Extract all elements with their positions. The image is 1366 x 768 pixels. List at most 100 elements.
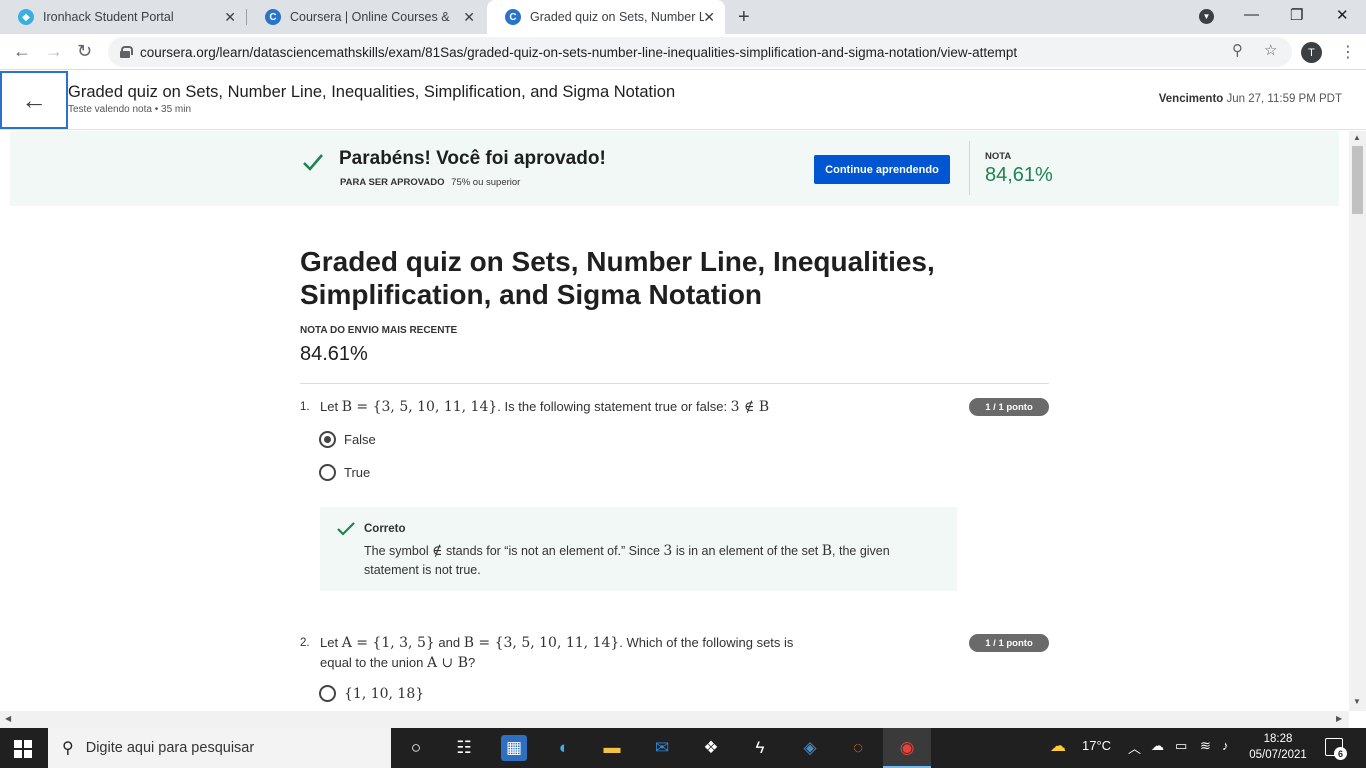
feedback-text: The symbol ∉ stands for “is not an eleme… [364,542,944,580]
radio-icon[interactable] [319,685,336,702]
edge-icon[interactable]: ◐ [551,735,577,761]
address-bar[interactable]: coursera.org/learn/datasciencemathskills… [108,37,1292,67]
restore-icon[interactable]: ❐ [1290,6,1303,24]
tab-title: Graded quiz on Sets, Number Lin [530,10,704,24]
tab-coursera[interactable]: C Coursera | Online Courses & Cred ✕ [247,0,485,34]
due-date: Vencimento Jun 27, 11:59 PM PDT [1159,93,1342,105]
feedback-text-part: is in an element of the set [672,544,822,558]
tab-search-icon[interactable]: ▼ [1199,9,1214,24]
answer-option[interactable]: False [319,431,376,448]
store-icon[interactable]: ▦ [501,735,527,761]
file-explorer-icon[interactable]: ▬ [599,735,625,761]
header-subtitle: Teste valendo nota • 35 min [68,104,192,115]
tab-ironhack[interactable]: ◆ Ironhack Student Portal ✕ [0,0,246,34]
taskbar: ⚲ Digite aqui para pesquisar ○ ☷ ▦ ◐ ▬ ✉… [0,728,1366,768]
coursera-icon: C [265,9,281,25]
divider [969,141,970,195]
points-badge: 1 / 1 ponto [969,398,1049,416]
notification-count: 6 [1334,747,1347,760]
temperature[interactable]: 17°C [1082,738,1111,753]
jupyter-icon[interactable]: ◌ [845,735,871,761]
mail-icon[interactable]: ✉ [649,735,675,761]
back-arrow-button[interactable]: ← [0,71,68,129]
task-view-icon[interactable]: ☷ [451,735,477,761]
dropbox-icon[interactable]: ❖ [698,735,724,761]
course-header: ← Graded quiz on Sets, Number Line, Ineq… [0,70,1366,130]
close-tab-icon[interactable]: ✕ [224,9,236,26]
tab-title: Coursera | Online Courses & Cred [290,10,452,24]
chrome-icon[interactable]: ◉ [894,735,920,761]
cortana-icon[interactable]: ○ [403,735,429,761]
arrow-left-icon: ← [21,84,47,115]
option-label: True [344,465,371,480]
feedback-text-part: stands for “is not an element of.” Since [442,544,664,558]
search-placeholder: Digite aqui para pesquisar [85,740,255,756]
scroll-down-icon[interactable]: ▼ [1353,697,1361,706]
forward-icon[interactable]: → [45,41,63,62]
question-number: 1. [300,401,310,413]
ironhack-icon: ◆ [18,9,34,25]
math-expression: B [821,543,833,559]
feedback-box: Correto The symbol ∉ stands for “is not … [320,507,957,591]
bookmark-star-icon[interactable]: ☆ [1264,41,1277,59]
scroll-right-icon[interactable]: ▶ [1336,714,1342,723]
close-tab-icon[interactable]: ✕ [463,9,475,26]
coursera-icon: C [505,9,521,25]
scroll-up-icon[interactable]: ▲ [1353,133,1361,142]
python-icon[interactable]: ◈ [797,735,823,761]
math-expression: 3 [663,543,673,559]
vertical-scrollbar[interactable]: ▲ ▼ [1349,131,1366,711]
grade-value: 84,61% [985,164,1053,186]
reload-icon[interactable]: ↻ [77,41,92,62]
answer-option[interactable]: {1, 10, 18} [319,685,424,702]
checkmark-icon [303,154,323,171]
tab-title: Ironhack Student Portal [43,10,174,24]
clock[interactable]: 18:28 05/07/2021 [1249,731,1307,763]
radio-icon[interactable] [319,464,336,481]
question-text: Let B = {3, 5, 10, 11, 14}. Is the follo… [320,397,960,417]
close-window-icon[interactable]: ✕ [1336,6,1349,24]
pass-title: Parabéns! Você foi aprovado! [339,148,606,169]
header-title: Graded quiz on Sets, Number Line, Inequa… [68,83,676,101]
app-icon[interactable]: ϟ [747,735,773,761]
taskbar-search[interactable]: ⚲ Digite aqui para pesquisar [48,728,391,768]
url-text: coursera.org/learn/datasciencemathskills… [140,44,1018,60]
close-tab-icon[interactable]: ✕ [703,9,715,26]
scrollbar-thumb[interactable] [1352,146,1363,214]
new-tab-button[interactable]: + [738,6,750,29]
weather-icon[interactable]: ☁ [1050,736,1066,756]
horizontal-scrollbar[interactable]: ◀ ▶ [0,711,1349,728]
minimize-icon[interactable]: — [1244,6,1259,23]
points-badge: 1 / 1 ponto [969,634,1049,652]
volume-icon[interactable]: ♪ [1222,738,1229,753]
math-expression: B = {3, 5, 10, 11, 14} [463,635,620,651]
due-value: Jun 27, 11:59 PM PDT [1226,93,1342,105]
pass-requirement-label: PARA SER APROVADO [340,177,445,188]
windows-start-icon[interactable] [14,740,32,758]
back-icon[interactable]: ← [13,41,31,62]
scroll-left-icon[interactable]: ◀ [5,714,11,723]
question-text-part: Let [320,399,342,414]
option-label: {1, 10, 18} [344,685,425,702]
quiz-title: Graded quiz on Sets, Number Line, Inequa… [300,246,935,310]
browser-menu-icon[interactable]: ⋮ [1340,42,1356,62]
wifi-icon[interactable]: ≋ [1200,738,1211,754]
radio-selected-icon[interactable] [319,431,336,448]
math-expression: 3 ∉ B [730,399,770,415]
continue-learning-button[interactable]: Continue aprendendo [814,155,950,184]
math-expression: ∉ [432,543,443,559]
question-number: 2. [300,637,310,649]
clock-time: 18:28 [1263,733,1293,745]
profile-avatar[interactable]: T [1301,42,1322,63]
answer-option[interactable]: True [319,464,370,481]
battery-icon[interactable]: ▭ [1175,738,1187,754]
tab-graded-quiz[interactable]: C Graded quiz on Sets, Number Lin ✕ [487,0,725,34]
grade-label: NOTA [985,151,1012,162]
pass-requirement: PARA SER APROVADO 75% ou superior [340,177,520,188]
onedrive-icon[interactable]: ☁ [1151,738,1164,754]
feedback-title: Correto [364,523,406,535]
zoom-icon[interactable]: ⚲ [1232,41,1243,59]
recent-grade-value: 84.61% [300,343,368,365]
tray-chevron-icon[interactable]: ︿ [1128,738,1141,757]
question-text-part: and [434,635,464,650]
